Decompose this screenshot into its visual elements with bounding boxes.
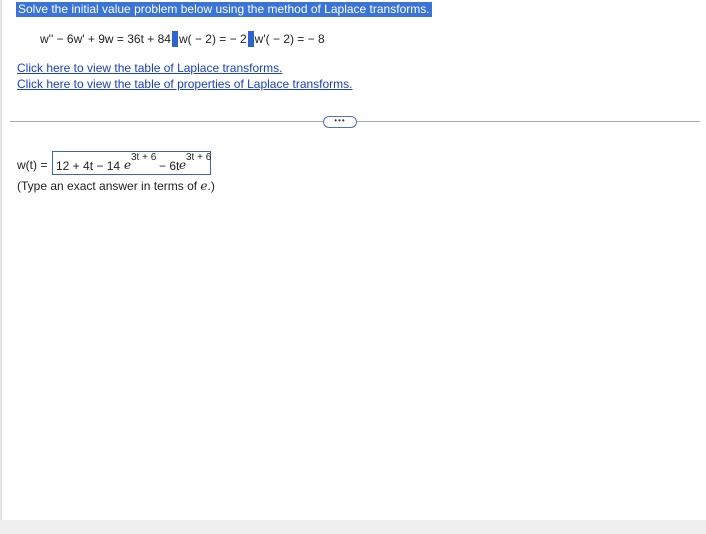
- ode-expression: w'' − 6w' + 9w = 36t + 84: [40, 32, 171, 46]
- left-frame-border: [0, 0, 2, 520]
- hint-prefix: (Type an exact answer in terms of: [17, 179, 201, 193]
- initial-condition-1: w( − 2) = − 2: [178, 32, 247, 46]
- answer-exponent-2: 3t + 6: [186, 152, 212, 163]
- answer-term-1: 12 + 4t − 14: [56, 159, 121, 173]
- hint-variable: e: [200, 179, 208, 193]
- ode-equation: w'' − 6w' + 9w = 36t + 84 w( − 2) = − 2 w'…: [40, 31, 325, 47]
- bottom-bar: [0, 520, 706, 534]
- answer-term-2: − 6t: [159, 159, 180, 173]
- laplace-properties-link[interactable]: Click here to view the table of properti…: [17, 77, 353, 92]
- initial-condition-2: w'( − 2) = − 8: [254, 32, 325, 46]
- answer-label: w(t) =: [17, 158, 48, 172]
- answer-input[interactable]: 12 + 4t − 14 e 3t + 6 − 6t e 3t + 6: [52, 151, 211, 175]
- selection-marker: [171, 31, 178, 47]
- selection-marker: [247, 31, 254, 47]
- answer-hint: (Type an exact answer in terms of e.): [17, 179, 215, 193]
- laplace-table-link[interactable]: Click here to view the table of Laplace …: [17, 61, 282, 76]
- hint-suffix: .): [207, 179, 215, 193]
- expand-more-button[interactable]: •••: [323, 116, 357, 128]
- question-instruction: Solve the initial value problem below us…: [16, 2, 432, 17]
- answer-exponent-1: 3t + 6: [131, 152, 157, 163]
